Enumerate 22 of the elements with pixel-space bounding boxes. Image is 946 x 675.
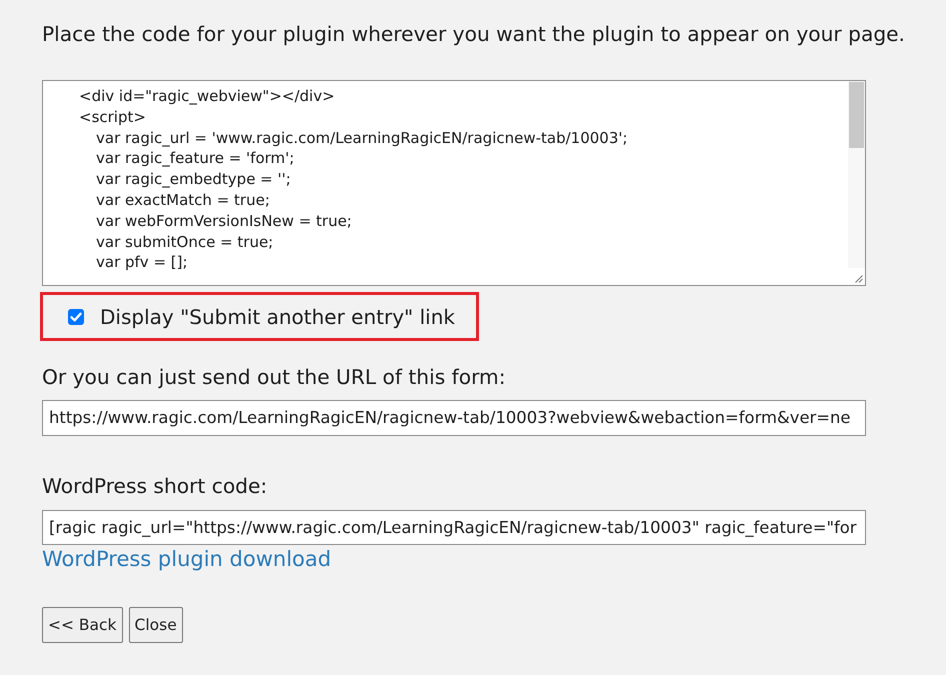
code-line: <div id="ragic_webview"></div>: [79, 87, 335, 105]
resize-grip-icon[interactable]: [855, 275, 863, 283]
plugin-download-link[interactable]: WordPress plugin download: [42, 546, 332, 572]
scrollbar-thumb[interactable]: [849, 82, 864, 148]
code-line: var pfv = [];: [96, 253, 188, 272]
shortcode-label: WordPress short code:: [42, 473, 268, 499]
instruction-text: Place the code for your plugin wherever you want the plugin to appear on your page.: [42, 21, 905, 48]
code-line: var submitOnce = true;: [96, 232, 274, 251]
checkbox-label[interactable]: Display "Submit another entry" link: [100, 304, 455, 330]
url-label: Or you can just send out the URL of this form:: [42, 364, 506, 390]
code-line: var ragic_url = 'www.ragic.com/LearningRagicEN/ragicnew-tab/10003';: [96, 128, 628, 147]
code-line: var ragic_embedtype = '';: [96, 170, 291, 188]
code-line: <script>: [79, 108, 146, 126]
checkbox[interactable]: [68, 308, 84, 324]
dialog-button[interactable]: Close: [128, 607, 183, 643]
url-field[interactable]: https://www.ragic.com/LearningRagicEN/ragicnew-tab/10003?webview&webaction=form&ver=ne: [42, 400, 866, 436]
code-line: var webFormVersionIsNew = true;: [96, 212, 352, 230]
code-line: var ragic_feature = 'form';: [96, 149, 294, 168]
code-line: var exactMatch = true;: [96, 190, 270, 209]
shortcode-field[interactable]: [ragic ragic_url="https://www.ragic.com/LearningRagicEN/ragicnew-tab/10003" ragic_feature="for: [42, 510, 866, 545]
dialog-button[interactable]: << Back: [42, 607, 123, 643]
code-textarea[interactable]: [42, 80, 866, 286]
